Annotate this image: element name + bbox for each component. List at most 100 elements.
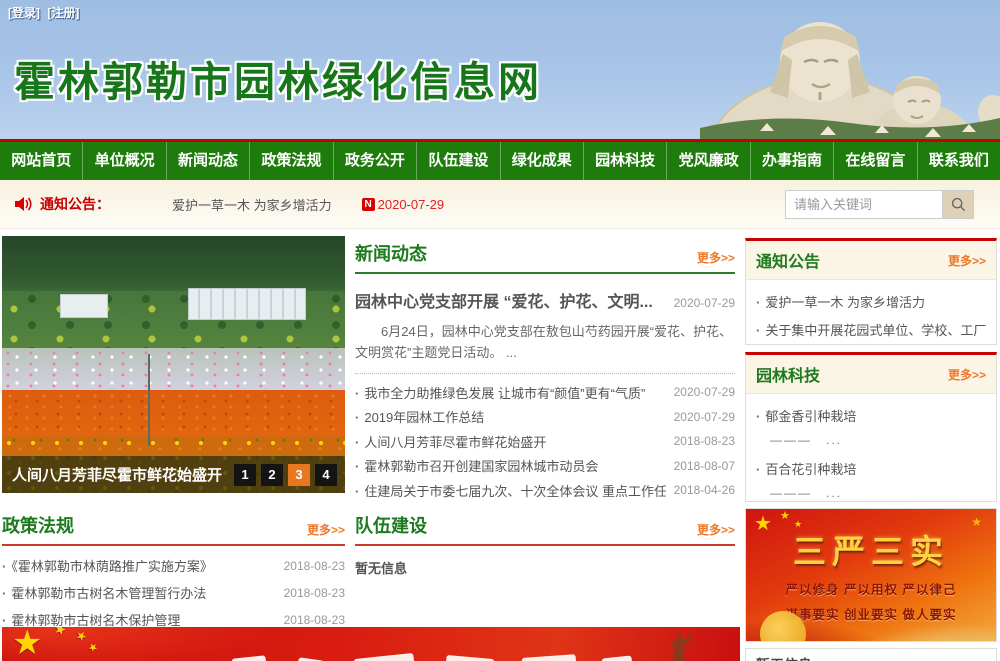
- featured-news-summary[interactable]: 6月24日，园林中心党支部在敖包山芍药园开展“爱花、护花、文明赏花”主题党日活动…: [355, 321, 735, 364]
- calligraphy-stroke: [446, 655, 495, 661]
- star-icon: ★: [12, 627, 42, 661]
- team-empty-text: 暂无信息: [355, 558, 735, 577]
- star-icon: ★: [52, 627, 69, 640]
- star-icon: ★: [794, 519, 802, 530]
- team-section-title: 队伍建设: [355, 512, 427, 538]
- star-icon: ★: [971, 515, 982, 529]
- news-item-date: 2018-08-07: [674, 459, 735, 473]
- team-more-link[interactable]: 更多>>: [697, 521, 735, 538]
- pager-page-1[interactable]: 1: [234, 464, 256, 486]
- nav-item-message-board[interactable]: 在线留言: [834, 142, 917, 180]
- notice-box-title: 通知公告: [756, 248, 820, 272]
- site-header: [登录] [注册] 霍林郭勒市园林绿化信息网: [0, 0, 1000, 139]
- bottom-flag-banner[interactable]: ★ ★ ★ ★: [2, 627, 740, 661]
- main-nav: 网站首页 单位概况 新闻动态 政策法规 政务公开 队伍建设 绿化成果 园林科技 …: [0, 139, 1000, 180]
- news-list-item[interactable]: 2019年园林工作总结 2020-07-29: [355, 404, 735, 429]
- garden-tech-more-link[interactable]: 更多>>: [948, 366, 986, 383]
- nav-item-guide[interactable]: 办事指南: [751, 142, 834, 180]
- banner-title: 三严三实: [746, 525, 996, 573]
- nav-item-news[interactable]: 新闻动态: [167, 142, 250, 180]
- policy-list-item[interactable]: 《霍林郭勒市林荫路推广实施方案》 2018-08-23: [2, 552, 345, 579]
- notice-item-title: 爱护一草一木 为家乡增活力: [756, 292, 986, 311]
- notice-box-more-link[interactable]: 更多>>: [948, 252, 986, 269]
- news-list-item[interactable]: 住建局关于市委七届九次、十次全体会议 重点工作任... 2018-04-26: [355, 478, 735, 503]
- news-item-date: 2018-04-26: [674, 483, 735, 497]
- slider-photo-orange-flowers: [2, 390, 345, 440]
- search-button[interactable]: [943, 190, 974, 219]
- search-input[interactable]: [785, 190, 943, 219]
- login-link[interactable]: [登录]: [8, 6, 40, 20]
- pager-page-3-active[interactable]: 3: [288, 464, 310, 486]
- team-section-header: 队伍建设 更多>>: [355, 512, 735, 546]
- notice-box-list: 爱护一草一木 为家乡增活力 关于集中开展花园式单位、学校、工厂...: [746, 280, 996, 348]
- new-badge-icon: N: [362, 198, 375, 211]
- tech-item-title: 郁金香引种栽培: [756, 406, 986, 425]
- page: [登录] [注册] 霍林郭勒市园林绿化信息网 网站首页 单位概况 新: [0, 0, 1000, 661]
- bottom-info-box: 暂无信息: [745, 648, 997, 661]
- bottom-empty-text: 暂无信息: [756, 657, 812, 661]
- notice-label: 通知公告：: [40, 194, 110, 214]
- slider-photo-building: [188, 288, 306, 320]
- news-item-title: 人间八月芳菲尽霍市鲜花始盛开: [355, 432, 666, 451]
- garden-tech-header: 园林科技 更多>>: [746, 355, 996, 394]
- tech-item-subline[interactable]: ——— ...: [770, 431, 986, 448]
- policy-item-date: 2018-08-23: [284, 613, 345, 627]
- notice-headline-link[interactable]: 爱护一草一木 为家乡增活力: [172, 195, 332, 214]
- register-link[interactable]: [注册]: [47, 6, 79, 20]
- site-title: 霍林郭勒市园林绿化信息网: [14, 48, 542, 108]
- nav-item-policy[interactable]: 政策法规: [250, 142, 333, 180]
- photo-slider[interactable]: 人间八月芳菲尽霍市鲜花始盛开 1 2 3 4: [2, 236, 345, 493]
- news-list-item[interactable]: 我市全力助推绿色发展 让城市有“颜值”更有“气质” 2020-07-29: [355, 380, 735, 405]
- star-icon: ★: [780, 509, 790, 522]
- tech-list-item[interactable]: 郁金香引种栽培: [756, 401, 986, 429]
- calligraphy-stroke: [231, 655, 266, 661]
- news-item-title: 2019年园林工作总结: [355, 407, 666, 426]
- news-more-link[interactable]: 更多>>: [697, 249, 735, 266]
- star-icon: ★: [73, 627, 89, 645]
- magnifier-icon: [951, 197, 966, 212]
- notice-date: 2020-07-29: [378, 197, 445, 212]
- slider-photo-building: [60, 294, 108, 318]
- notice-list-item[interactable]: 关于集中开展花园式单位、学校、工厂...: [756, 315, 986, 343]
- statue-silhouette: [666, 633, 692, 661]
- policy-list-item[interactable]: 霍林郭勒市古树名木管理暂行办法 2018-08-23: [2, 579, 345, 606]
- policy-item-title: 《霍林郭勒市林荫路推广实施方案》: [2, 556, 276, 575]
- nav-item-gov-affairs[interactable]: 政务公开: [334, 142, 417, 180]
- notice-list-item[interactable]: 爱护一草一木 为家乡增活力: [756, 287, 986, 315]
- three-stricts-banner[interactable]: ★ ★ ★ ★ 三严三实 严以修身 严以用权 严以律己 谋事要实 创业要实 做人…: [745, 508, 997, 642]
- nav-item-contact[interactable]: 联系我们: [918, 142, 1000, 180]
- search-box: [785, 190, 974, 219]
- tech-list-item[interactable]: 百合花引种栽培: [756, 454, 986, 482]
- nav-item-achievements[interactable]: 绿化成果: [501, 142, 584, 180]
- banner-line-1: 严以修身 严以用权 严以律己: [746, 579, 996, 598]
- pager-page-2[interactable]: 2: [261, 464, 283, 486]
- news-list-item[interactable]: 霍林郭勒市召开创建国家园林城市动员会 2018-08-07: [355, 453, 735, 478]
- news-list-item[interactable]: 人间八月芳菲尽霍市鲜花始盛开 2018-08-23: [355, 429, 735, 454]
- news-item-title: 住建局关于市委七届九次、十次全体会议 重点工作任...: [355, 481, 666, 500]
- nav-item-home[interactable]: 网站首页: [0, 142, 83, 180]
- team-section: 队伍建设 更多>> 暂无信息: [355, 512, 735, 577]
- topbar: [登录] [注册]: [8, 4, 83, 21]
- nav-item-team[interactable]: 队伍建设: [417, 142, 500, 180]
- policy-more-link[interactable]: 更多>>: [307, 521, 345, 538]
- news-section-header: 新闻动态 更多>>: [355, 240, 735, 274]
- nav-item-about[interactable]: 单位概况: [83, 142, 166, 180]
- featured-news[interactable]: 园林中心党支部开展 “爱花、护花、文明... 2020-07-29: [355, 288, 735, 312]
- news-item-title: 霍林郭勒市召开创建国家园林城市动员会: [355, 456, 666, 475]
- nav-item-party-conduct[interactable]: 党风廉政: [667, 142, 750, 180]
- calligraphy-stroke: [601, 655, 632, 661]
- notice-box: 通知公告 更多>> 爱护一草一木 为家乡增活力 关于集中开展花园式单位、学校、工…: [745, 238, 997, 345]
- star-icon: ★: [85, 639, 101, 655]
- slider-caption-bar: 人间八月芳菲尽霍市鲜花始盛开 1 2 3 4: [2, 456, 345, 493]
- policy-section-title: 政策法规: [2, 512, 74, 538]
- nav-item-tech[interactable]: 园林科技: [584, 142, 667, 180]
- slider-pager: 1 2 3 4: [234, 464, 337, 486]
- slider-caption[interactable]: 人间八月芳菲尽霍市鲜花始盛开: [12, 464, 234, 485]
- garden-tech-title: 园林科技: [756, 362, 820, 386]
- news-item-date: 2020-07-29: [674, 385, 735, 399]
- notice-box-header: 通知公告 更多>>: [746, 241, 996, 280]
- tech-item-title: 百合花引种栽培: [756, 459, 986, 478]
- tech-item-subline[interactable]: ——— ...: [770, 484, 986, 501]
- featured-news-date: 2020-07-29: [674, 296, 735, 310]
- pager-page-4[interactable]: 4: [315, 464, 337, 486]
